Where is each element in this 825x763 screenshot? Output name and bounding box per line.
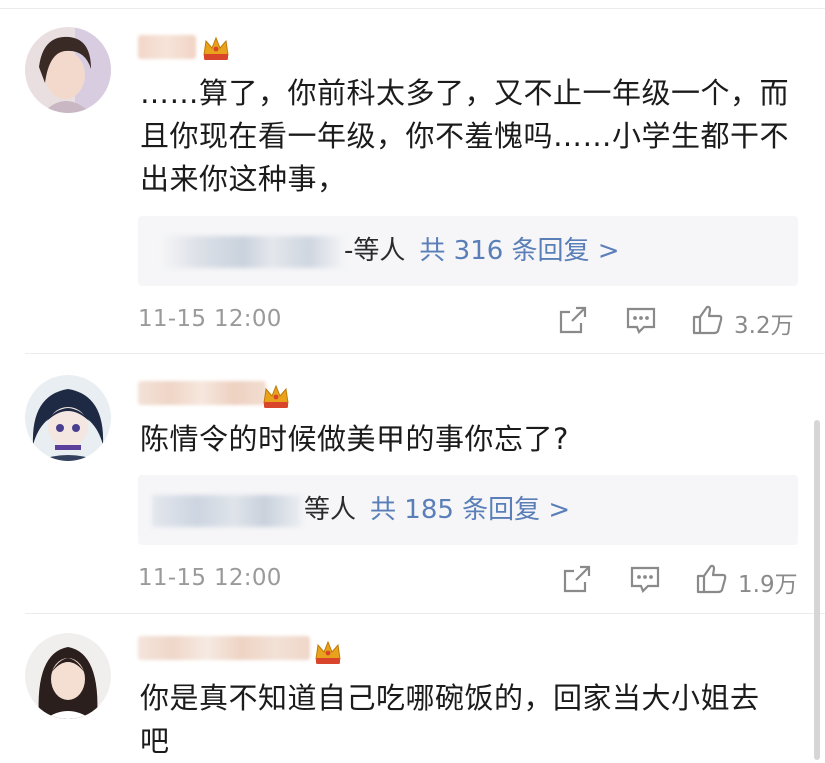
replier-names-redacted xyxy=(152,495,302,527)
avatar[interactable] xyxy=(25,27,111,113)
share-icon[interactable] xyxy=(556,303,590,337)
comment-actions: 11-15 12:00 1.9万 xyxy=(138,562,798,598)
reply-count-link[interactable]: 共 316 条回复 > xyxy=(419,236,619,266)
like-icon[interactable] xyxy=(691,303,725,337)
username-redacted[interactable] xyxy=(138,381,266,405)
replier-names-redacted xyxy=(160,236,346,268)
reply-people: 等人 xyxy=(304,495,357,525)
comment-text: 你是真不知道自己吃哪碗饭的，回家当大小姐去 吧 xyxy=(140,681,760,758)
share-icon[interactable] xyxy=(560,562,594,596)
timestamp: 11-15 12:00 xyxy=(138,306,282,332)
comment-icon[interactable] xyxy=(624,303,658,337)
reply-count-link[interactable]: 共 185 条回复 > xyxy=(370,495,570,525)
avatar[interactable] xyxy=(25,375,111,461)
crown-badge-icon xyxy=(261,381,291,411)
comment-divider xyxy=(25,353,825,354)
reply-people: -等人 xyxy=(344,236,406,266)
reply-preview[interactable]: -等人共 316 条回复 > xyxy=(138,216,798,286)
like-icon[interactable] xyxy=(695,562,729,596)
crown-badge-icon xyxy=(313,637,343,667)
comment-icon[interactable] xyxy=(628,562,662,596)
timestamp: 11-15 12:00 xyxy=(138,565,282,591)
comment-divider xyxy=(25,613,825,614)
reply-preview[interactable]: 等人共 185 条回复 > xyxy=(138,475,798,545)
comment-actions: 11-15 12:00 3.2万 xyxy=(138,303,798,339)
top-divider xyxy=(0,8,825,9)
comment-text: ……算了，你前科太多了，又不止一年级一个，而 且你现在看一年级，你不羞愧吗……小… xyxy=(140,76,790,196)
scrollbar[interactable] xyxy=(814,420,820,760)
username-redacted[interactable] xyxy=(138,35,196,59)
like-count: 1.9万 xyxy=(738,572,798,598)
like-count: 3.2万 xyxy=(734,313,794,339)
username-redacted[interactable] xyxy=(138,636,310,660)
avatar[interactable] xyxy=(25,633,111,719)
crown-badge-icon xyxy=(201,33,231,63)
comment-text: 陈情令的时候做美甲的事你忘了? xyxy=(140,422,569,456)
